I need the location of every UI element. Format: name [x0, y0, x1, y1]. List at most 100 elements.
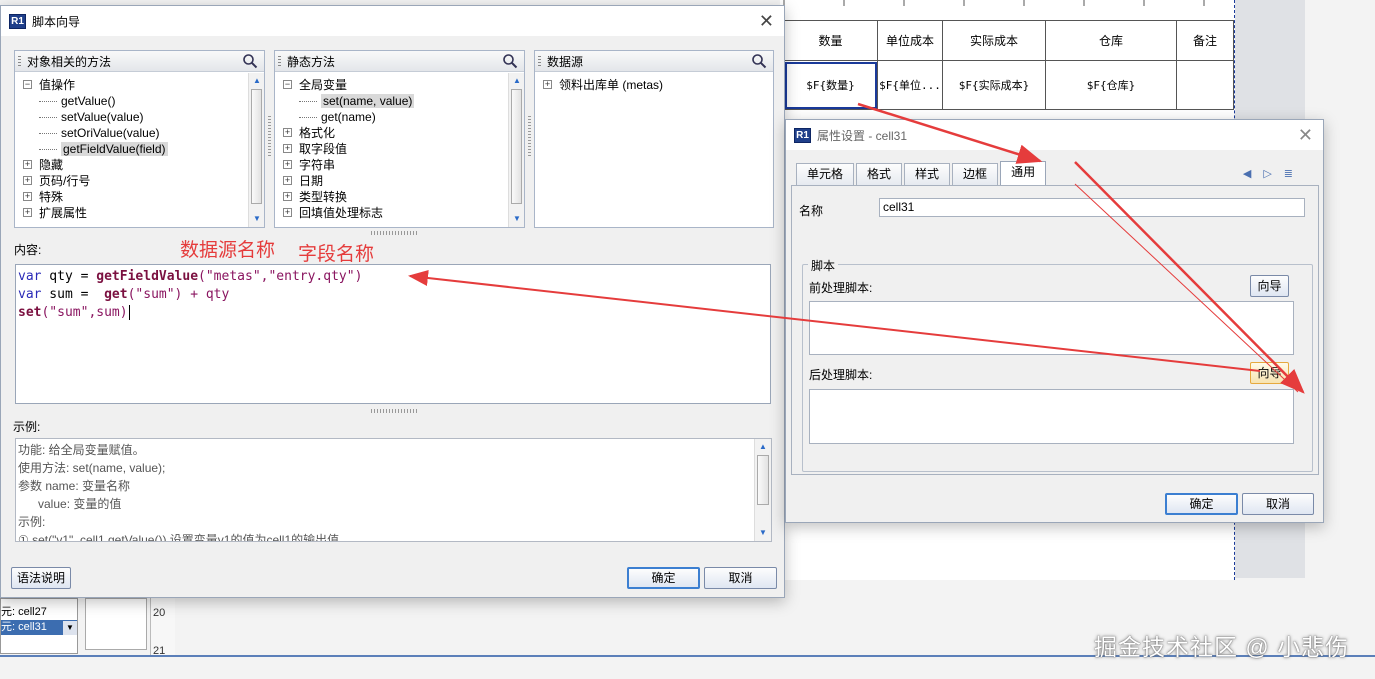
- search-icon[interactable]: [751, 53, 767, 69]
- header-cell-unit-cost[interactable]: 单位成本: [877, 20, 943, 61]
- header-cell-remark[interactable]: 备注: [1176, 20, 1234, 61]
- search-icon[interactable]: [502, 53, 518, 69]
- tree-node[interactable]: + 特殊: [19, 189, 247, 205]
- script-groupbox: 脚本 前处理脚本: 向导 后处理脚本: 向导: [802, 257, 1313, 472]
- tree-node[interactable]: + 字符串: [279, 157, 507, 173]
- expand-icon[interactable]: +: [23, 208, 32, 217]
- example-line: value: 变量的值: [18, 497, 122, 511]
- close-icon[interactable]: ✕: [1298, 126, 1313, 144]
- content-label: 内容:: [14, 243, 42, 257]
- list-item[interactable]: 元: cell27: [1, 605, 77, 620]
- scroll-down-icon[interactable]: ▼: [757, 527, 769, 539]
- tab-style[interactable]: 样式: [904, 163, 951, 185]
- collapse-icon[interactable]: −: [23, 80, 32, 89]
- tree-node[interactable]: + 类型转换: [279, 189, 507, 205]
- expand-icon[interactable]: +: [283, 144, 292, 153]
- ok-button[interactable]: 确定: [1165, 493, 1238, 515]
- expand-icon[interactable]: +: [283, 192, 292, 201]
- tree-node-datasource[interactable]: + 领料出库单 (metas): [539, 77, 773, 93]
- header-cell-actual-cost[interactable]: 实际成本: [942, 20, 1046, 61]
- value-cell-unit-cost[interactable]: $F{单位...: [877, 60, 943, 110]
- cell-list[interactable]: 元: cell27 元: cell31 ▼: [0, 598, 78, 654]
- next-tab-icon[interactable]: ▷: [1263, 168, 1283, 180]
- tab-list-icon[interactable]: ≣: [1284, 168, 1305, 180]
- panel-header: 对象相关的方法: [15, 51, 264, 72]
- script-editor[interactable]: var qty = getFieldValue("metas","entry.q…: [15, 264, 771, 404]
- cancel-button[interactable]: 取消: [1242, 493, 1314, 515]
- annotation-datasource-name: 数据源名称: [180, 240, 276, 261]
- grip-icon: [278, 56, 281, 67]
- scroll-down-icon[interactable]: ▼: [511, 213, 523, 225]
- tree-node[interactable]: + 取字段值: [279, 141, 507, 157]
- scroll-down-icon[interactable]: ▼: [251, 213, 263, 225]
- expand-icon[interactable]: +: [283, 128, 292, 137]
- tree-leaf[interactable]: getValue(): [19, 93, 247, 109]
- report-table: 数量 单位成本 实际成本 仓库 备注 $F{数量} $F{单位... $F{实际…: [783, 20, 1234, 110]
- vertical-scrollbar[interactable]: ▲ ▼: [508, 73, 524, 227]
- tree-leaf-selected[interactable]: getFieldValue(field): [19, 141, 247, 157]
- close-icon[interactable]: ✕: [759, 12, 774, 30]
- app-icon: R1: [9, 13, 26, 29]
- post-script-wizard-button[interactable]: 向导: [1250, 362, 1289, 384]
- tree-node[interactable]: + 回填值处理标志: [279, 205, 507, 221]
- tree-leaf[interactable]: get(name): [279, 109, 507, 125]
- panel-title: 对象相关的方法: [27, 54, 112, 69]
- expand-icon[interactable]: +: [283, 176, 292, 185]
- vertical-scrollbar[interactable]: ▲ ▼: [754, 439, 771, 541]
- search-icon[interactable]: [242, 53, 258, 69]
- example-line: 示例:: [18, 515, 46, 529]
- scroll-up-icon[interactable]: ▲: [757, 441, 769, 453]
- header-cell-quantity[interactable]: 数量: [783, 20, 878, 61]
- tree-node[interactable]: + 格式化: [279, 125, 507, 141]
- pre-script-field[interactable]: [809, 301, 1294, 355]
- tree-node[interactable]: + 日期: [279, 173, 507, 189]
- post-script-field[interactable]: [809, 389, 1294, 444]
- expand-icon[interactable]: +: [283, 208, 292, 217]
- tree-leaf[interactable]: setOriValue(value): [19, 125, 247, 141]
- tree-leaf[interactable]: setValue(value): [19, 109, 247, 125]
- panel-title: 数据源: [547, 54, 584, 69]
- expand-icon[interactable]: +: [23, 176, 32, 185]
- tree-leaf-selected[interactable]: set(name, value): [279, 93, 507, 109]
- example-text: 功能: 给全局变量赋值。 使用方法: set(name, value); 参数 …: [15, 438, 772, 542]
- tab-format[interactable]: 格式: [856, 163, 903, 185]
- collapse-icon[interactable]: −: [283, 80, 292, 89]
- grip-icon: [538, 56, 541, 67]
- scroll-up-icon[interactable]: ▲: [511, 75, 523, 87]
- expand-icon[interactable]: +: [283, 160, 292, 169]
- tree-node[interactable]: + 隐藏: [19, 157, 247, 173]
- value-cell-remark[interactable]: [1176, 60, 1234, 110]
- tree-node-global-vars[interactable]: − 全局变量: [279, 77, 507, 93]
- dialog-titlebar: R1 脚本向导 ✕: [1, 6, 784, 36]
- code-line: set("sum",sum): [18, 305, 130, 320]
- tab-cell[interactable]: 单元格: [796, 163, 855, 185]
- value-cell-actual-cost[interactable]: $F{实际成本}: [942, 60, 1046, 110]
- expand-icon[interactable]: +: [23, 192, 32, 201]
- tree-node[interactable]: + 页码/行号: [19, 173, 247, 189]
- header-cell-warehouse[interactable]: 仓库: [1045, 20, 1177, 61]
- splitter-handle[interactable]: [268, 116, 271, 156]
- tree-node[interactable]: + 扩展属性: [19, 205, 247, 221]
- expand-icon[interactable]: +: [543, 80, 552, 89]
- dropdown-arrow-icon[interactable]: ▼: [63, 621, 77, 635]
- value-cell-warehouse[interactable]: $F{仓库}: [1045, 60, 1177, 110]
- value-cell-quantity[interactable]: $F{数量}: [783, 60, 878, 110]
- scroll-up-icon[interactable]: ▲: [251, 75, 263, 87]
- splitter-handle[interactable]: [528, 116, 531, 156]
- vertical-scrollbar[interactable]: ▲ ▼: [248, 73, 264, 227]
- tree-node-value-ops[interactable]: − 值操作: [19, 77, 247, 93]
- tab-border[interactable]: 边框: [952, 163, 999, 185]
- property-settings-dialog: R1 属性设置 - cell31 ✕ 单元格 格式 样式 边框 通用 ◀▷≣ 名…: [785, 119, 1324, 523]
- ok-button[interactable]: 确定: [627, 567, 700, 589]
- pre-script-wizard-button[interactable]: 向导: [1250, 275, 1289, 297]
- name-field[interactable]: cell31: [879, 198, 1305, 217]
- example-line: ① set("v1", cell1.getValue()) 设置变量v1的值为c…: [18, 533, 340, 542]
- splitter-handle[interactable]: [371, 409, 417, 413]
- tab-general[interactable]: 通用: [1000, 161, 1047, 185]
- prev-tab-icon[interactable]: ◀: [1243, 168, 1263, 180]
- expand-icon[interactable]: +: [23, 160, 32, 169]
- splitter-handle[interactable]: [371, 231, 417, 235]
- cancel-button[interactable]: 取消: [704, 567, 777, 589]
- groupbox-title: 脚本: [808, 257, 839, 274]
- syntax-help-button[interactable]: 语法说明: [11, 567, 71, 589]
